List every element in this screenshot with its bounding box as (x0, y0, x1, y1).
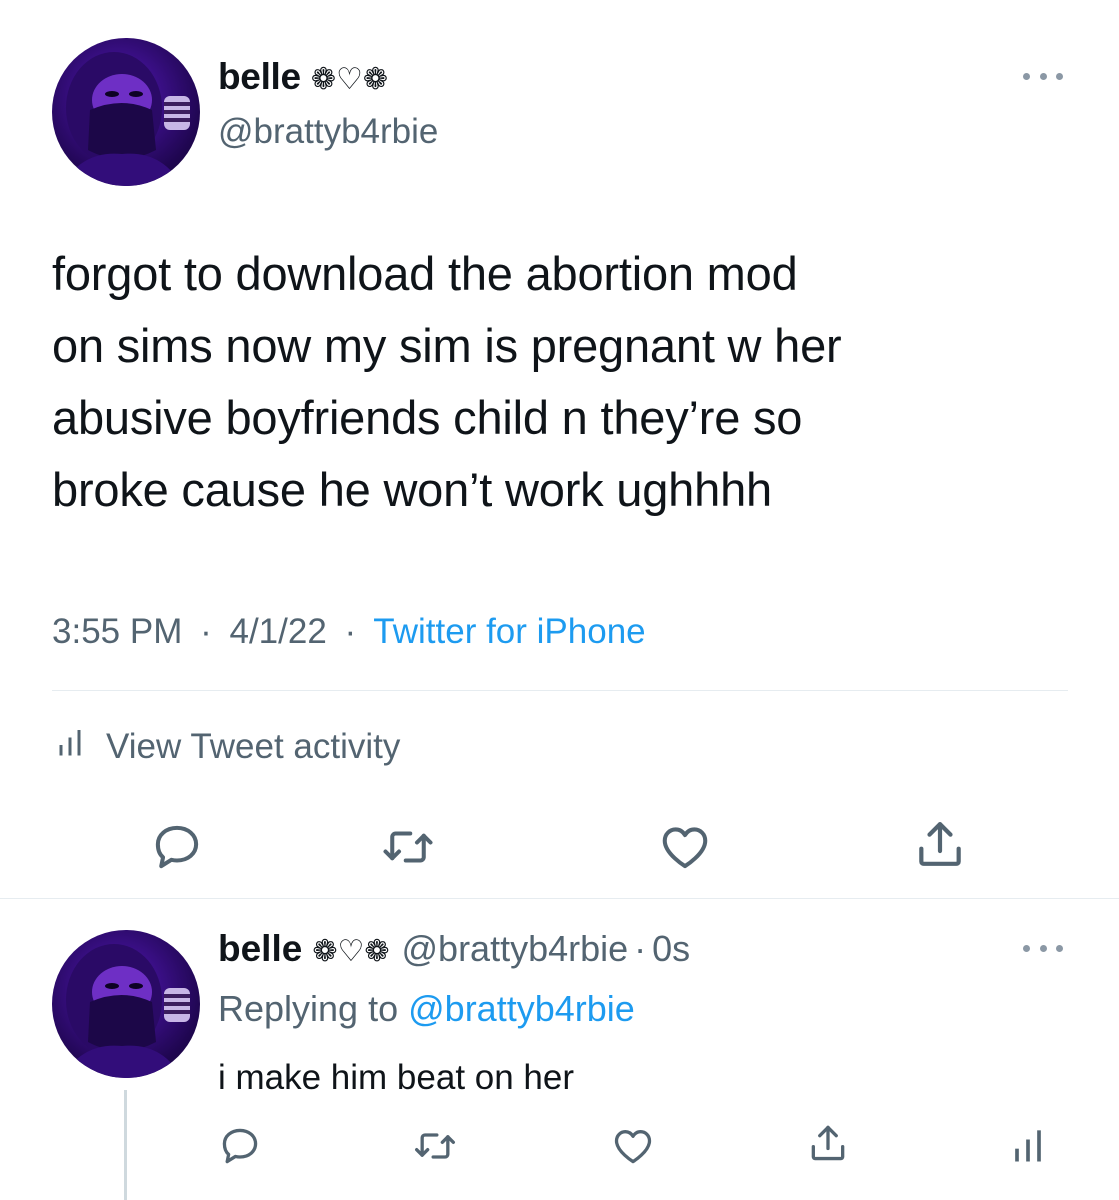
like-button[interactable] (610, 1124, 656, 1168)
view-tweet-activity-label: View Tweet activity (106, 726, 401, 766)
meta-separator: · (200, 612, 212, 651)
meta-separator: · (634, 928, 647, 969)
share-button[interactable] (806, 1120, 850, 1166)
tweet-text: forgot to download the abortion mod on s… (52, 238, 1052, 526)
reply-author-handle[interactable]: @brattyb4rbie (402, 928, 629, 970)
thread-line (124, 1090, 127, 1200)
bar-chart-icon (52, 724, 88, 769)
author-line: belle ❁♡❁ (218, 56, 388, 98)
tweet-time[interactable]: 3:55 PM (52, 612, 182, 651)
like-button[interactable] (656, 820, 714, 874)
reply-header: belle ❁♡❁ @brattyb4rbie · 0s (218, 928, 690, 970)
retweet-icon (383, 831, 433, 863)
comment-icon (222, 1128, 258, 1164)
reply-text: i make him beat on her (218, 1058, 575, 1097)
author-handle[interactable]: @brattyb4rbie (218, 112, 438, 152)
meta-separator: · (344, 612, 357, 651)
retweet-button[interactable] (412, 1124, 458, 1168)
divider (0, 898, 1119, 899)
avatar[interactable] (52, 38, 200, 186)
reply-button[interactable] (218, 1124, 262, 1168)
tweet-meta: 3:55 PM · 4/1/22 · Twitter for iPhone (52, 612, 646, 652)
replying-to-line: Replying to @brattyb4rbie (218, 988, 635, 1030)
view-tweet-activity-link[interactable]: View Tweet activity (52, 724, 400, 769)
reply-age[interactable]: 0s (652, 928, 690, 970)
more-horizontal-icon[interactable] (1023, 942, 1063, 954)
tweet-text-line: on sims now my sim is pregnant w her (52, 319, 842, 372)
reply-button[interactable] (150, 820, 204, 874)
bar-chart-icon (1015, 1130, 1041, 1162)
retweet-icon (415, 1133, 455, 1159)
avatar[interactable] (52, 930, 200, 1078)
tweet-text-line: broke cause he won’t work ughhhh (52, 463, 772, 516)
tweet-date[interactable]: 4/1/22 (229, 612, 326, 651)
divider (52, 690, 1068, 691)
name-decoration: ❁♡❁ (310, 63, 388, 96)
replying-to-prefix: Replying to (218, 988, 399, 1029)
comment-icon (155, 825, 199, 869)
tweet-source-link[interactable]: Twitter for iPhone (373, 612, 645, 651)
more-horizontal-icon[interactable] (1023, 70, 1063, 82)
share-button[interactable] (912, 816, 968, 872)
replying-to-mention[interactable]: @brattyb4rbie (408, 988, 635, 1029)
heart-icon (662, 827, 708, 869)
heart-icon (614, 1130, 652, 1164)
reply-author-name[interactable]: belle (218, 928, 302, 970)
tweet-text-line: abusive boyfriends child n they’re so (52, 391, 803, 444)
retweet-button[interactable] (380, 820, 436, 874)
name-decoration: ❁♡❁ (312, 935, 390, 968)
tweet-text-line: forgot to download the abortion mod (52, 247, 798, 300)
tweet-analytics-button[interactable] (1006, 1122, 1050, 1168)
author-name[interactable]: belle (218, 56, 301, 98)
share-icon (811, 1125, 845, 1161)
share-icon (919, 822, 961, 866)
